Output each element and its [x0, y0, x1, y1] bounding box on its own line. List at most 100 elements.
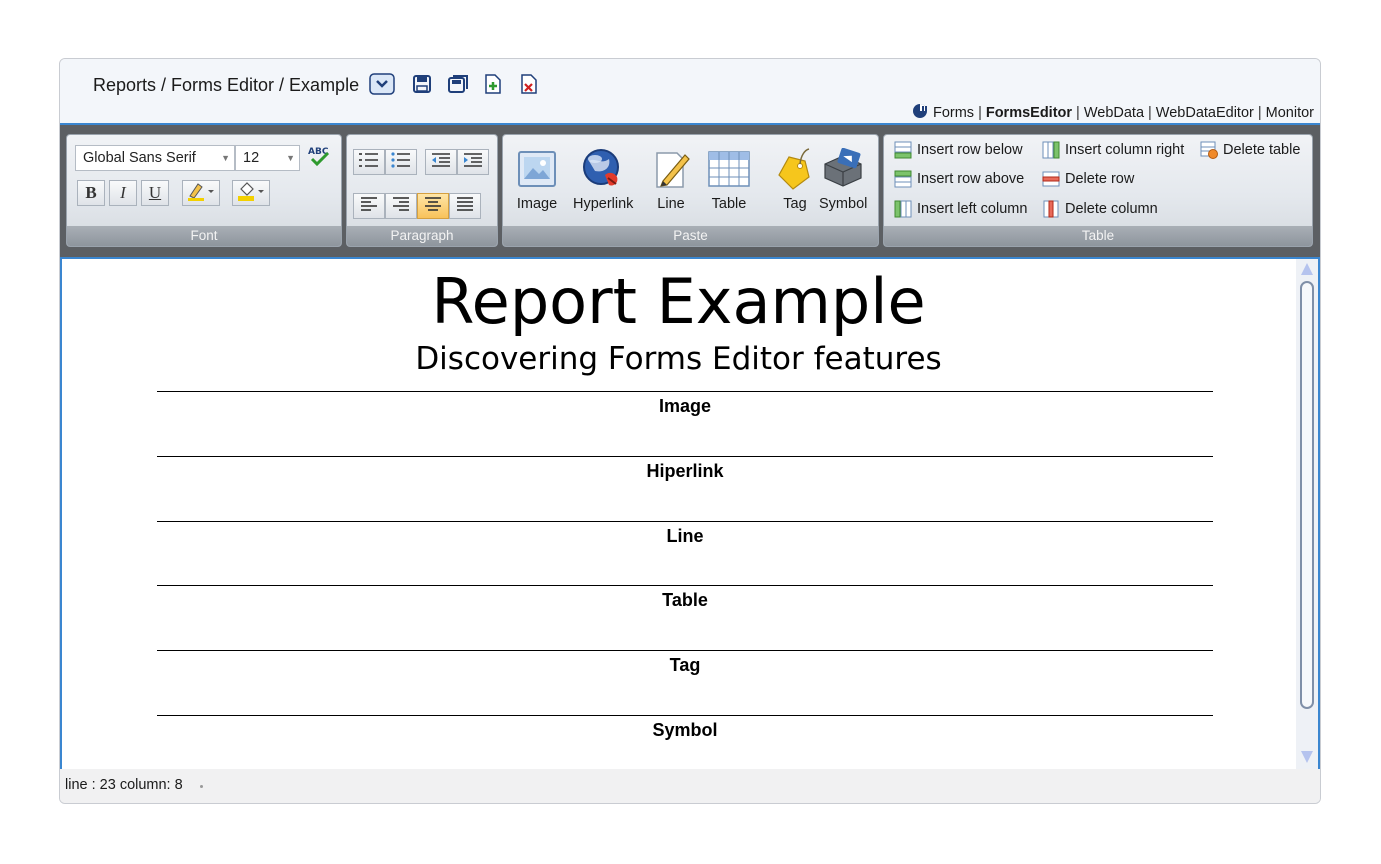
save-as-button[interactable] [446, 74, 470, 98]
paste-group: Image Hyperlink Line Table Tag Symbol Pa… [502, 134, 879, 247]
paint-bucket-icon [236, 180, 266, 207]
italic-button[interactable]: I [109, 180, 137, 206]
font-family-select[interactable]: Global Sans Serif ▼ [75, 145, 235, 171]
paste-symbol-label: Symbol [819, 196, 868, 212]
insert-left-column-icon [894, 200, 912, 218]
table-row[interactable]: Symbol [157, 715, 1213, 770]
paste-tag-button[interactable]: Tag [773, 147, 817, 212]
insert-column-right-button[interactable]: Insert column right [1042, 141, 1184, 159]
new-document-icon [484, 74, 502, 98]
scrollbar-thumb[interactable] [1300, 281, 1314, 709]
insert-row-above-icon [894, 170, 912, 188]
nav-separator: | [1148, 105, 1152, 121]
new-document-button[interactable] [481, 74, 505, 98]
fill-color-button[interactable] [232, 180, 270, 206]
paste-line-button[interactable]: Line [649, 147, 693, 212]
font-family-value: Global Sans Serif [83, 150, 196, 166]
align-justify-button[interactable] [449, 193, 481, 219]
save-icon [412, 74, 432, 98]
insert-row-below-button[interactable]: Insert row below [894, 141, 1023, 159]
paste-group-label: Paste [503, 226, 878, 246]
pencil-icon [649, 147, 693, 191]
vertical-scrollbar[interactable] [1296, 259, 1318, 769]
scroll-down-arrow-icon[interactable] [1301, 751, 1313, 763]
nav-separator: | [978, 105, 982, 121]
globe-link-icon [581, 147, 625, 191]
table-cell[interactable]: Symbol [157, 716, 1213, 741]
dropdown-button[interactable] [369, 73, 395, 99]
table-cell[interactable]: Tag [157, 651, 1213, 676]
forms-editor-window: Reports / Forms Editor / Example Forms |… [59, 58, 1321, 804]
insert-left-column-button[interactable]: Insert left column [894, 200, 1027, 218]
bullet-list-button[interactable] [385, 149, 417, 175]
insert-row-below-icon [894, 141, 912, 159]
paste-hyperlink-label: Hyperlink [573, 196, 634, 212]
table-row[interactable]: Tag [157, 650, 1213, 715]
save-button[interactable] [410, 74, 434, 98]
table-cell[interactable]: Line [157, 522, 1213, 547]
dropdown-arrow-icon: ▼ [286, 153, 295, 163]
increase-indent-button[interactable] [457, 149, 489, 175]
font-size-select[interactable]: 12 ▼ [235, 145, 300, 171]
nav-separator: | [1076, 105, 1080, 121]
font-size-value: 12 [243, 150, 260, 166]
delete-table-button[interactable]: Delete table [1200, 141, 1300, 159]
insert-column-right-icon [1042, 141, 1060, 159]
breadcrumb: Reports / Forms Editor / Example [93, 75, 360, 95]
delete-column-button[interactable]: Delete column [1042, 200, 1158, 218]
table-row[interactable]: Hiperlink [157, 456, 1213, 521]
nav-link-webdata[interactable]: WebData [1084, 105, 1144, 121]
paste-image-button[interactable]: Image [515, 147, 559, 212]
paste-line-label: Line [657, 196, 685, 212]
tag-icon [773, 147, 817, 191]
nav-link-webdataeditor[interactable]: WebDataEditor [1156, 105, 1254, 121]
highlight-color-button[interactable] [182, 180, 220, 206]
nav-link-monitor[interactable]: Monitor [1266, 105, 1314, 121]
decrease-indent-button[interactable] [425, 149, 457, 175]
table-cell[interactable]: Hiperlink [157, 457, 1213, 482]
table-group: Insert row below Insert row above Insert… [883, 134, 1313, 247]
table-row[interactable]: Line [157, 521, 1213, 586]
insert-left-column-label: Insert left column [917, 201, 1028, 217]
table-cell[interactable]: Table [157, 586, 1213, 611]
insert-row-above-label: Insert row above [917, 171, 1025, 187]
table-row[interactable]: Table [157, 585, 1213, 650]
table-icon [707, 147, 751, 191]
table-row[interactable]: Image [157, 391, 1213, 456]
paste-symbol-button[interactable]: Symbol [819, 147, 867, 212]
close-document-icon [520, 74, 538, 98]
table-cell[interactable]: Image [157, 392, 1213, 417]
delete-row-button[interactable]: Delete row [1042, 170, 1134, 188]
spellcheck-button[interactable]: ABC [305, 145, 333, 171]
status-bar: line : 23 column: 8 [60, 769, 1320, 803]
chevron-down-icon [369, 73, 395, 99]
nav-link-formseditor[interactable]: FormsEditor [986, 105, 1072, 121]
app-nav: Forms | FormsEditor | WebData | WebDataE… [911, 103, 1314, 123]
ribbon: Global Sans Serif ▼ 12 ▼ ABC B I U Font … [60, 123, 1320, 257]
save-as-icon [447, 74, 469, 98]
highlighter-icon [186, 180, 216, 207]
delete-row-label: Delete row [1065, 171, 1135, 187]
numbered-list-button[interactable] [353, 149, 385, 175]
bold-button[interactable]: B [77, 180, 105, 206]
align-left-icon [360, 196, 378, 217]
status-grip [200, 785, 203, 788]
underline-button[interactable]: U [141, 180, 169, 206]
paste-hyperlink-button[interactable]: Hyperlink [573, 147, 633, 212]
close-document-button[interactable] [517, 74, 541, 98]
paste-table-button[interactable]: Table [707, 147, 751, 212]
align-left-button[interactable] [353, 193, 385, 219]
indent-icon [463, 152, 483, 173]
nav-link-forms[interactable]: Forms [933, 105, 974, 121]
document-subtitle: Discovering Forms Editor features [415, 341, 942, 377]
spellcheck-icon: ABC [306, 144, 332, 173]
font-group: Global Sans Serif ▼ 12 ▼ ABC B I U Font [66, 134, 342, 247]
align-center-button[interactable] [417, 193, 449, 219]
align-right-button[interactable] [385, 193, 417, 219]
document-editor[interactable]: Report Example Discovering Forms Editor … [60, 257, 1320, 771]
scroll-up-arrow-icon[interactable] [1301, 263, 1313, 275]
numbered-list-icon [359, 152, 379, 173]
bullet-list-icon [391, 151, 411, 173]
insert-row-above-button[interactable]: Insert row above [894, 170, 1024, 188]
cursor-position: line : 23 column: 8 [65, 777, 183, 793]
